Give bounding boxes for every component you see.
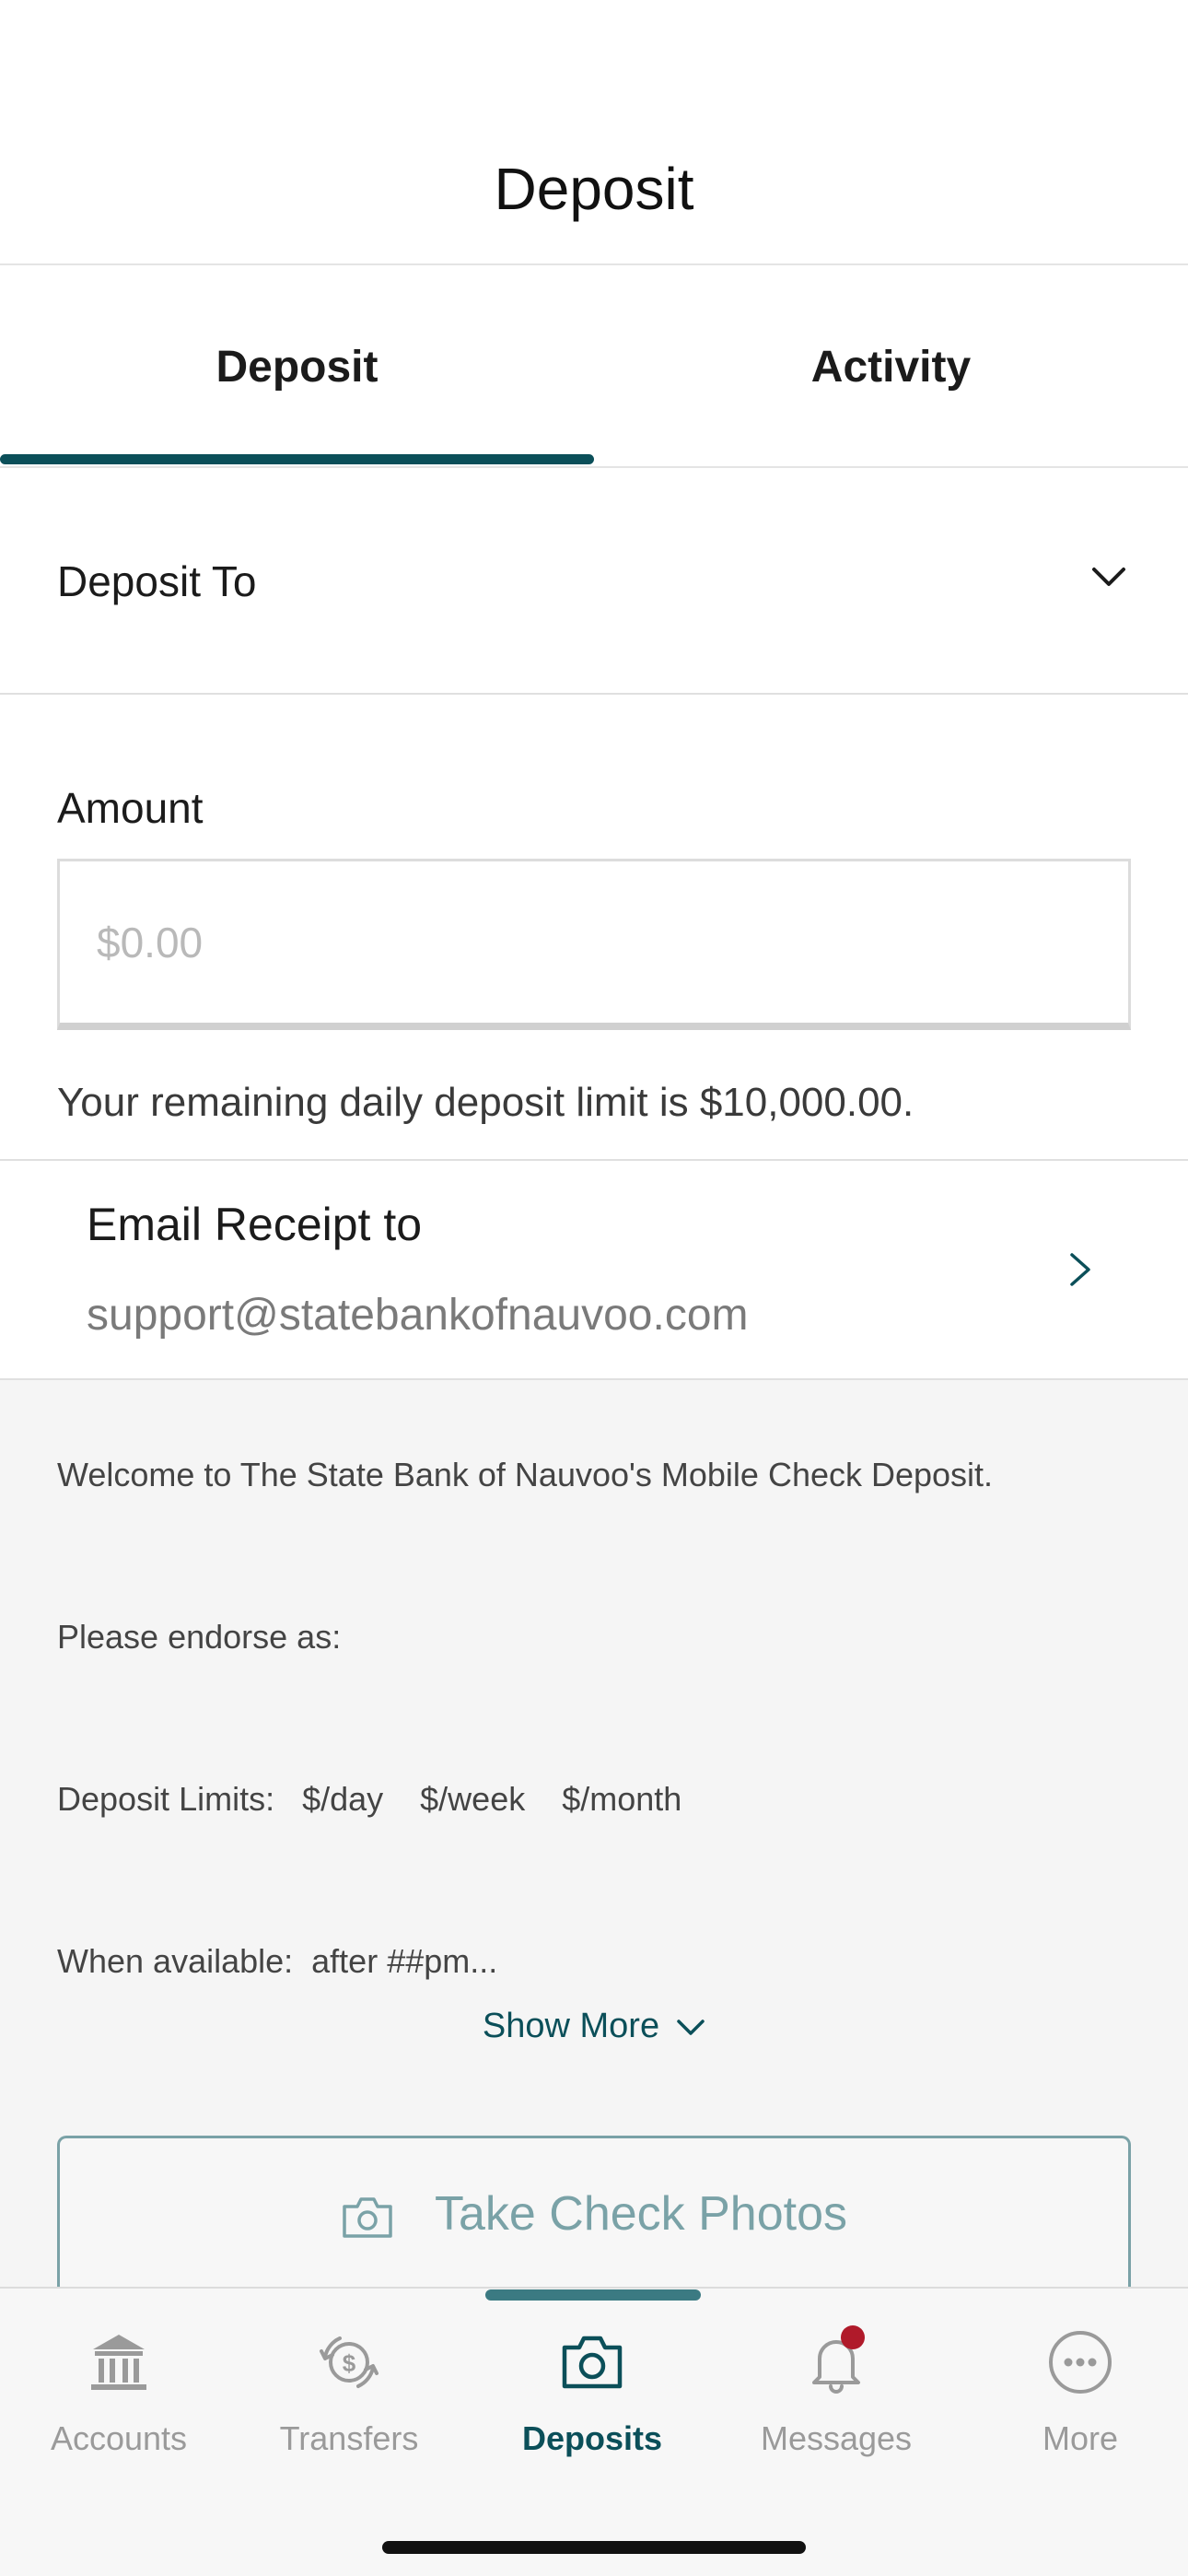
show-more-label: Show More [482,2007,660,2045]
home-indicator [382,2541,806,2554]
nav-deposits[interactable]: Deposits [473,2325,711,2491]
page-title: Deposit [494,156,694,222]
email-receipt-value: support@statebankofnauvoo.com [87,1291,749,1340]
bottom-nav: Accounts $ Transfers Deposits Messages M… [0,2287,1188,2576]
tab-activity[interactable]: Activity [594,267,1188,466]
svg-text:$: $ [343,2349,356,2377]
tab-deposit[interactable]: Deposit [0,267,594,466]
endorse-text: Please endorse as: [57,1618,342,1656]
active-tab-indicator [0,454,594,464]
chevron-down-icon [1092,568,1125,586]
more-icon [1049,2331,1112,2394]
email-receipt-row[interactable]: Email Receipt to support@statebankofnauv… [0,1159,1188,1380]
nav-accounts[interactable]: Accounts [0,2325,238,2491]
show-more-link[interactable]: Show More [0,2007,1188,2046]
notification-badge [841,2325,865,2349]
availability-text: When available: after ##pm... [57,1942,498,1980]
welcome-text: Welcome to The State Bank of Nauvoo's Mo… [57,1456,994,1493]
chevron-down-icon [677,2020,705,2035]
deposit-to-selector[interactable]: Deposit To [0,468,1188,695]
nav-active-indicator [485,2289,701,2301]
nav-more-label: More [1042,2419,1119,2457]
take-check-photos-label: Take Check Photos [434,2187,848,2241]
chevron-right-icon [1070,1253,1090,1286]
tab-bar: Deposit Activity [0,267,1188,468]
nav-messages-label: Messages [760,2419,913,2457]
amount-label: Amount [57,784,204,832]
nav-messages[interactable]: Messages [717,2325,955,2491]
bank-icon [91,2335,146,2390]
camera-icon [562,2336,623,2389]
camera-icon [343,2197,392,2238]
email-receipt-label: Email Receipt to [87,1199,423,1250]
deposit-to-label: Deposit To [57,557,257,605]
nav-transfers[interactable]: $ Transfers [230,2325,468,2491]
nav-more[interactable]: More [961,2325,1188,2491]
transfer-icon: $ [320,2336,379,2388]
deposit-limit-text: Your remaining daily deposit limit is $1… [57,1080,914,1125]
title-bar: Deposit [0,0,1188,265]
deposit-limits-text: Deposit Limits: $/day $/week $/month [57,1780,682,1818]
nav-deposits-label: Deposits [521,2419,663,2457]
nav-transfers-label: Transfers [279,2419,419,2457]
nav-accounts-label: Accounts [50,2419,188,2457]
amount-input[interactable] [57,859,1131,1030]
